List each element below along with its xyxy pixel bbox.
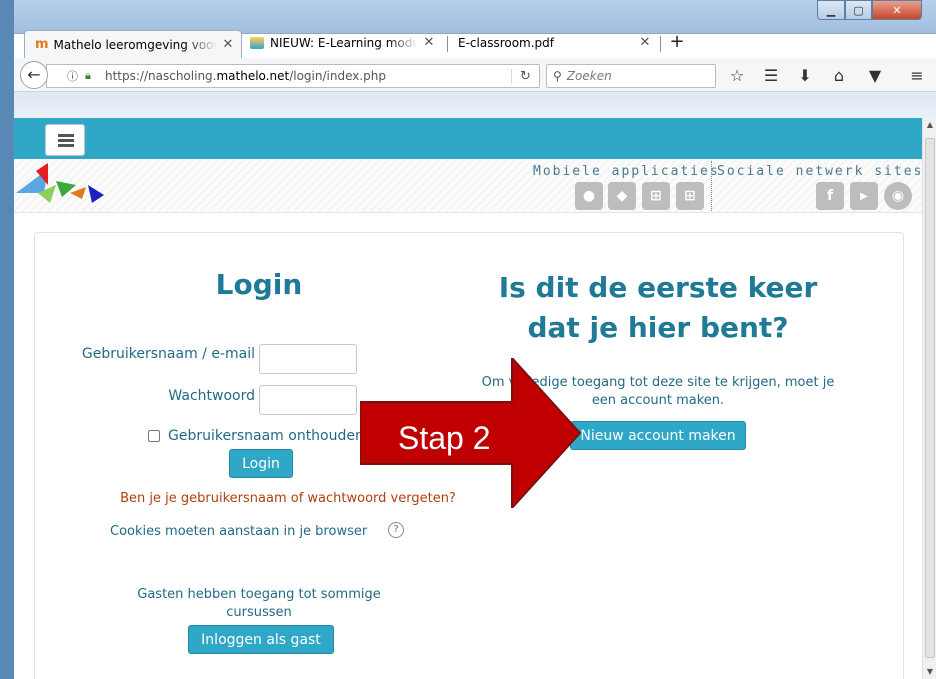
website-globe-icon[interactable]: ◉ bbox=[884, 182, 912, 210]
first-time-title-line2: dat je hier bent? bbox=[527, 311, 789, 344]
first-time-title-line1: Is dit de eerste keer bbox=[498, 271, 818, 304]
username-field[interactable] bbox=[259, 344, 357, 374]
tab-label: E-classroom.pdf bbox=[458, 35, 555, 50]
desktop-edge bbox=[0, 0, 14, 679]
step-label: Stap 2 bbox=[398, 420, 491, 456]
mobile-apps-label: Mobiele applicaties bbox=[533, 164, 720, 179]
tab-elearning[interactable]: NIEUW: E-Learning module V ✕ bbox=[244, 29, 442, 56]
reading-list-icon[interactable]: ☰ bbox=[760, 66, 782, 86]
first-time-title: Is dit de eerste keer dat je hier bent? bbox=[458, 268, 858, 348]
page-content: Mobiele applicaties Sociale netwerk site… bbox=[14, 118, 922, 679]
minimize-window-icon[interactable]: ▁ bbox=[817, 0, 845, 20]
home-icon[interactable]: ⌂ bbox=[828, 66, 850, 86]
close-tab-icon[interactable]: ✕ bbox=[221, 37, 235, 52]
downloads-icon[interactable]: ⬇ bbox=[794, 66, 816, 86]
menu-icon[interactable]: ≡ bbox=[906, 66, 928, 86]
cookies-notice: Cookies moeten aanstaan in je browser bbox=[110, 524, 368, 539]
url-text: https://nascholing.mathelo.net/login/ind… bbox=[105, 69, 387, 83]
tab-separator bbox=[660, 36, 661, 52]
tab-separator bbox=[447, 36, 448, 52]
password-field[interactable] bbox=[259, 385, 357, 415]
navigation-toolbar: ⓘ 🔒︎ https://nascholing.mathelo.net/logi… bbox=[14, 58, 936, 92]
back-button-icon[interactable]: ← bbox=[20, 61, 48, 89]
login-button[interactable]: Login bbox=[229, 449, 293, 478]
remember-username-label: Gebruikersnaam onthouden bbox=[168, 428, 364, 444]
search-placeholder: Zoeken bbox=[566, 69, 612, 83]
apple-icon[interactable]: ● bbox=[575, 182, 603, 210]
guests-text: Gasten hebben toegang tot sommige cursus… bbox=[137, 587, 381, 620]
maximize-window-icon[interactable]: ▢ bbox=[845, 0, 872, 20]
scrollbar-thumb[interactable] bbox=[925, 138, 935, 658]
new-tab-icon[interactable]: + bbox=[668, 33, 686, 51]
url-bar[interactable]: ⓘ 🔒︎ https://nascholing.mathelo.net/logi… bbox=[46, 64, 540, 88]
site-info-icon[interactable]: ⓘ bbox=[67, 68, 83, 84]
page-favicon-icon bbox=[250, 36, 264, 49]
password-label: Wachtwoord bbox=[168, 388, 255, 404]
windows-icon[interactable]: ⊞ bbox=[642, 182, 670, 210]
close-tab-icon[interactable]: ✕ bbox=[638, 35, 652, 50]
mathelo-favicon-icon: m bbox=[35, 37, 49, 52]
tab-label: NIEUW: E-Learning module V bbox=[270, 35, 418, 50]
remember-username-checkbox[interactable] bbox=[148, 430, 160, 442]
tab-label: Mathelo leeromgeving voor w bbox=[53, 37, 217, 52]
page-scrollbar[interactable]: ▲ ▼ bbox=[922, 118, 936, 679]
site-header: Mobiele applicaties Sociale netwerk site… bbox=[14, 159, 922, 213]
social-sites-label: Sociale netwerk sites bbox=[717, 164, 922, 179]
reload-icon[interactable]: ↻ bbox=[511, 68, 539, 84]
close-tab-icon[interactable]: ✕ bbox=[422, 35, 436, 50]
scroll-down-icon[interactable]: ▼ bbox=[923, 665, 936, 679]
tab-eclassroom-pdf[interactable]: E-classroom.pdf ✕ bbox=[452, 29, 658, 56]
facebook-icon[interactable]: f bbox=[816, 182, 844, 210]
site-topbar bbox=[14, 118, 922, 159]
pocket-icon[interactable]: ▼ bbox=[864, 66, 886, 86]
username-label: Gebruikersnaam / e-mail bbox=[81, 346, 255, 362]
youtube-icon[interactable]: ▶ bbox=[850, 182, 878, 210]
tab-mathelo[interactable]: m Mathelo leeromgeving voor w ✕ bbox=[24, 30, 242, 58]
close-window-icon[interactable]: ✕ bbox=[872, 0, 922, 20]
header-divider bbox=[711, 161, 712, 211]
windows-phone-icon[interactable]: ⊞ bbox=[676, 182, 704, 210]
login-title: Login bbox=[215, 268, 303, 301]
guest-login-button[interactable]: Inloggen als gast bbox=[188, 625, 334, 654]
android-icon[interactable]: ◆ bbox=[608, 182, 636, 210]
scroll-up-icon[interactable]: ▲ bbox=[923, 118, 936, 132]
help-question-icon[interactable]: ? bbox=[388, 522, 404, 538]
bookmark-star-icon[interactable]: ☆ bbox=[726, 66, 748, 86]
search-icon: ⚲ bbox=[553, 69, 562, 83]
hamburger-menu-icon[interactable] bbox=[45, 124, 85, 156]
mathelo-logo-icon[interactable] bbox=[14, 163, 106, 207]
search-input[interactable]: ⚲ Zoeken bbox=[546, 64, 716, 88]
lock-icon: 🔒︎ bbox=[85, 69, 91, 82]
bookmarks-toolbar bbox=[14, 92, 936, 118]
